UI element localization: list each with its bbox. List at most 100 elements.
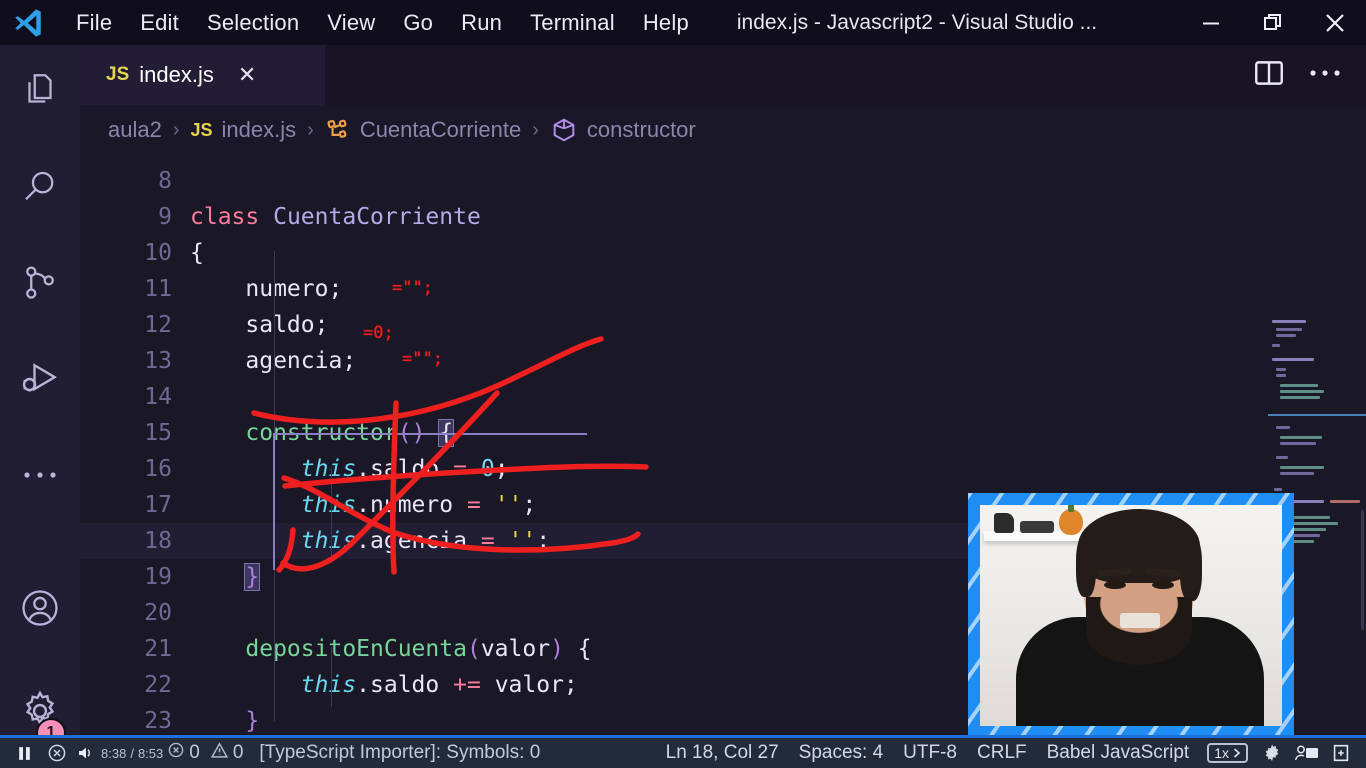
line-number: 20 (144, 600, 172, 626)
line-content: depositoEnCuenta(valor) { (245, 636, 592, 662)
live-share-icon[interactable] (1288, 743, 1326, 763)
breadcrumb-separator: › (532, 118, 539, 141)
activity-search[interactable] (0, 141, 80, 237)
status-warning-count: 0 (232, 742, 244, 763)
more-actions-icon[interactable] (1308, 66, 1342, 84)
line-content: this.agencia = ''; (300, 528, 551, 554)
webcam-overlay[interactable] (968, 493, 1294, 738)
line-content: this.saldo += valor; (300, 672, 578, 698)
gear-icon[interactable] (1256, 743, 1288, 763)
close-icon[interactable]: ✕ (238, 64, 256, 86)
menu-edit[interactable]: Edit (126, 6, 193, 40)
js-file-icon: JS (106, 64, 130, 85)
code-line: 9 class CuentaCorriente (80, 199, 1366, 235)
menu-go[interactable]: Go (389, 6, 447, 40)
editor-actions (1252, 45, 1352, 105)
menu-file[interactable]: File (62, 6, 126, 40)
activity-run-debug[interactable] (0, 333, 80, 429)
line-content: } (245, 708, 260, 734)
restore-button[interactable] (1242, 0, 1304, 45)
indent-guide (331, 467, 332, 563)
breadcrumb-separator: › (172, 118, 180, 141)
method-symbol-icon (550, 116, 578, 144)
activity-more[interactable] (0, 429, 80, 525)
activity-source-control[interactable] (0, 237, 80, 333)
menu-terminal[interactable]: Terminal (516, 6, 629, 40)
code-line: 12 saldo; (80, 307, 1366, 343)
playback-speed-button[interactable]: 1x (1199, 743, 1256, 763)
speaker-icon[interactable] (71, 743, 99, 763)
breadcrumb-item-constructor[interactable]: constructor (587, 117, 696, 143)
line-number: 15 (144, 420, 172, 446)
files-explorer-icon (19, 70, 61, 117)
code-line: 14 (80, 379, 1366, 415)
notifications-icon[interactable] (1326, 742, 1360, 764)
line-content: } (244, 563, 261, 591)
playback-speed-label: 1x (1214, 745, 1229, 761)
line-content: saldo; (245, 312, 329, 338)
scope-highlight-guide (273, 433, 587, 435)
breadcrumb-item-cuentacorriente[interactable]: CuentaCorriente (360, 117, 521, 143)
line-number: 18 (144, 528, 172, 554)
status-language-mode[interactable]: Babel JavaScript (1037, 742, 1200, 764)
account-icon (18, 586, 62, 635)
menu-run[interactable]: Run (447, 6, 516, 40)
status-typescript-importer[interactable]: [TypeScript Importer]: Symbols: 0 (245, 742, 550, 764)
menu-bar: File Edit Selection View Go Run Terminal… (62, 6, 703, 40)
vscode-logo-icon (0, 0, 56, 45)
code-line: 13 agencia; (80, 343, 1366, 379)
menu-view[interactable]: View (313, 6, 389, 40)
close-button[interactable] (1304, 0, 1366, 45)
activity-account[interactable] (0, 562, 80, 658)
annotation-agencia-default: =""; (402, 349, 443, 369)
status-encoding[interactable]: UTF-8 (893, 742, 967, 764)
line-number: 22 (144, 672, 172, 698)
status-problems[interactable]: 0 0 (165, 741, 245, 766)
line-content: { (190, 240, 204, 266)
line-number: 8 (158, 168, 172, 194)
error-circle-icon (167, 741, 185, 765)
vscode-window: File Edit Selection View Go Run Terminal… (0, 0, 1366, 768)
minimize-button[interactable] (1180, 0, 1242, 45)
breadcrumb: aula2 › JS index.js › CuentaCorriente › … (80, 105, 1366, 155)
indent-guide (331, 647, 332, 707)
status-bar: 8:38 / 8:53 0 0 [TypeScript Importer]: S… (0, 735, 1366, 768)
ellipsis-icon (20, 468, 60, 486)
minimap-scrollbar[interactable] (1361, 510, 1364, 630)
search-icon (19, 166, 61, 213)
code-line: 10 { (80, 235, 1366, 271)
line-number: 9 (158, 204, 172, 230)
line-content: this.numero = ''; (300, 492, 537, 518)
activity-explorer[interactable] (0, 45, 80, 141)
split-editor-icon[interactable] (1252, 56, 1286, 95)
line-number: 12 (144, 312, 172, 338)
tab-label: index.js (139, 62, 214, 87)
recording-time-separator: / (130, 745, 134, 761)
tab-index-js[interactable]: JS index.js ✕ (80, 45, 325, 105)
status-eol[interactable]: CRLF (967, 742, 1037, 764)
annotation-numero-default: =""; (392, 278, 433, 298)
line-number: 17 (144, 492, 172, 518)
status-error-count: 0 (189, 742, 200, 763)
line-number: 19 (144, 564, 172, 590)
run-and-debug-icon (18, 357, 62, 406)
menu-selection[interactable]: Selection (193, 6, 313, 40)
pause-icon[interactable] (6, 745, 43, 762)
line-number: 11 (144, 276, 172, 302)
status-bar-right: Ln 18, Col 27 Spaces: 4 UTF-8 CRLF Babel… (656, 742, 1366, 764)
breadcrumb-separator: › (307, 118, 314, 141)
breadcrumb-item-index-js[interactable]: index.js (222, 117, 297, 143)
status-cursor-position[interactable]: Ln 18, Col 27 (656, 742, 789, 764)
line-content: this.saldo = 0; (300, 456, 509, 482)
js-file-icon: JS (190, 119, 213, 140)
status-indentation[interactable]: Spaces: 4 (789, 742, 894, 764)
recording-current-time: 8:38 (101, 745, 127, 761)
breadcrumb-item-aula2[interactable]: aula2 (108, 117, 162, 143)
title-bar: File Edit Selection View Go Run Terminal… (0, 0, 1366, 45)
recording-total-time: 8:53 (137, 745, 164, 761)
window-title: index.js - Javascript2 - Visual Studio .… (736, 10, 1098, 34)
menu-help[interactable]: Help (629, 6, 703, 40)
annotation-saldo-default: =0; (363, 323, 394, 343)
window-controls (1180, 0, 1366, 45)
stop-icon[interactable] (43, 743, 71, 763)
